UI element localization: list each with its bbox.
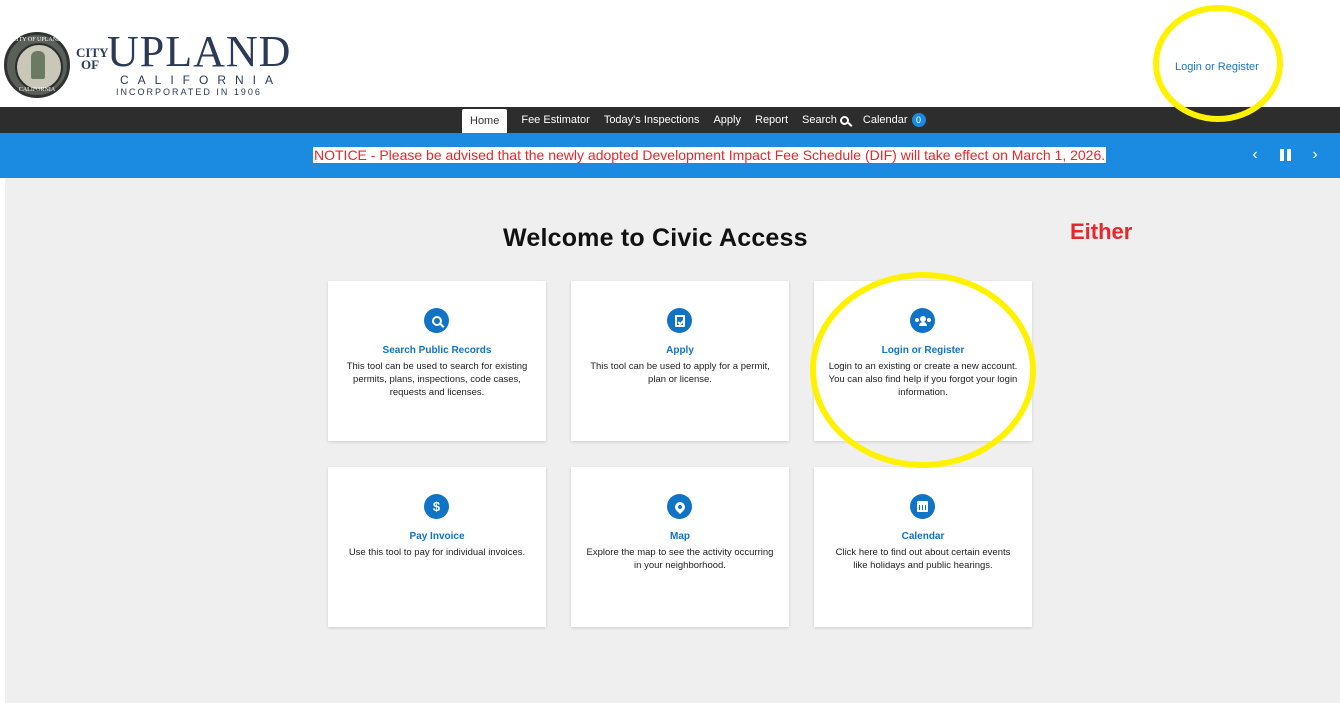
users-icon xyxy=(910,308,935,333)
nav-calendar[interactable]: Calendar 0 xyxy=(863,107,926,133)
main-nav: Home Fee Estimator Today's Inspections A… xyxy=(0,107,1340,133)
card-calendar[interactable]: Calendar Click here to find out about ce… xyxy=(814,467,1032,627)
card-map[interactable]: Map Explore the map to see the activity … xyxy=(571,467,789,627)
main-content: Welcome to Civic Access Either Search Pu… xyxy=(5,178,1340,703)
nav-apply[interactable]: Apply xyxy=(713,107,741,133)
dollar-icon: $ xyxy=(424,494,449,519)
search-icon xyxy=(839,115,849,125)
header-login-link[interactable]: Login or Register xyxy=(1175,61,1259,73)
seal-text-bottom: CALIFORNIA xyxy=(18,87,56,93)
card-title: Pay Invoice xyxy=(409,531,465,542)
map-pin-icon xyxy=(667,494,692,519)
nav-home[interactable]: Home xyxy=(462,109,508,133)
notice-prev-button[interactable]: ‹ xyxy=(1240,145,1270,165)
calendar-icon xyxy=(910,494,935,519)
card-title: Login or Register xyxy=(881,345,965,356)
wordmark-upland: UPLAND xyxy=(107,27,292,76)
nav-search[interactable]: Search xyxy=(802,107,849,133)
notice-pause-button[interactable] xyxy=(1270,145,1300,165)
clipboard-check-icon xyxy=(667,308,692,333)
chevron-right-icon: › xyxy=(1312,146,1318,163)
card-description: Explore the map to see the activity occu… xyxy=(586,547,774,571)
wordmark-city-of: CITY OF xyxy=(76,45,109,72)
annotation-either: Either xyxy=(1070,219,1133,244)
card-title: Search Public Records xyxy=(382,345,492,356)
card-title: Calendar xyxy=(901,531,945,542)
wordmark-state: CALIFORNIA xyxy=(120,73,283,87)
city-logo[interactable]: CITY OF UPLAND CALIFORNIA CITY OF UPLAND… xyxy=(4,27,292,98)
card-pay-invoice[interactable]: $ Pay Invoice Use this tool to pay for i… xyxy=(328,467,546,627)
wordmark-incorporated: INCORPORATED IN 1906 xyxy=(116,87,262,97)
nav-search-label: Search xyxy=(802,114,837,126)
nav-fee-estimator[interactable]: Fee Estimator xyxy=(521,107,589,133)
card-apply[interactable]: Apply This tool can be used to apply for… xyxy=(571,281,789,441)
card-title: Apply xyxy=(666,345,694,356)
card-description: Login to an existing or create a new acc… xyxy=(828,361,1018,398)
pause-icon xyxy=(1279,149,1291,161)
card-description: Use this tool to pay for individual invo… xyxy=(348,547,526,558)
notice-text: NOTICE - Please be advised that the newl… xyxy=(313,147,1107,163)
nav-calendar-label: Calendar xyxy=(862,114,908,126)
notice-next-button[interactable]: › xyxy=(1300,145,1330,165)
chevron-left-icon: ‹ xyxy=(1252,146,1258,163)
notice-controls: ‹ › xyxy=(1240,145,1330,165)
card-search-public-records[interactable]: Search Public Records This tool can be u… xyxy=(328,281,546,441)
calendar-count-badge: 0 xyxy=(911,113,926,127)
nav-todays-inspections[interactable]: Today's Inspections xyxy=(604,107,700,133)
site-header: CITY OF UPLAND CALIFORNIA CITY OF UPLAND… xyxy=(0,0,1340,107)
card-login-or-register[interactable]: Login or Register Login to an existing o… xyxy=(814,281,1032,441)
notice-banner: NOTICE - Please be advised that the newl… xyxy=(0,133,1340,178)
card-title: Map xyxy=(670,531,690,542)
city-wordmark: CITY OF UPLAND CALIFORNIA INCORPORATED I… xyxy=(76,27,292,98)
card-description: This tool can be used to apply for a per… xyxy=(590,361,770,385)
card-description: Click here to find out about certain eve… xyxy=(835,547,1011,571)
nav-report[interactable]: Report xyxy=(755,107,788,133)
city-seal-icon: CITY OF UPLAND CALIFORNIA xyxy=(4,32,70,98)
card-description: This tool can be used to search for exis… xyxy=(346,361,528,398)
seal-text-top: CITY OF UPLAND xyxy=(12,37,62,43)
search-icon xyxy=(424,308,449,333)
page-title: Welcome to Civic Access xyxy=(503,224,808,252)
